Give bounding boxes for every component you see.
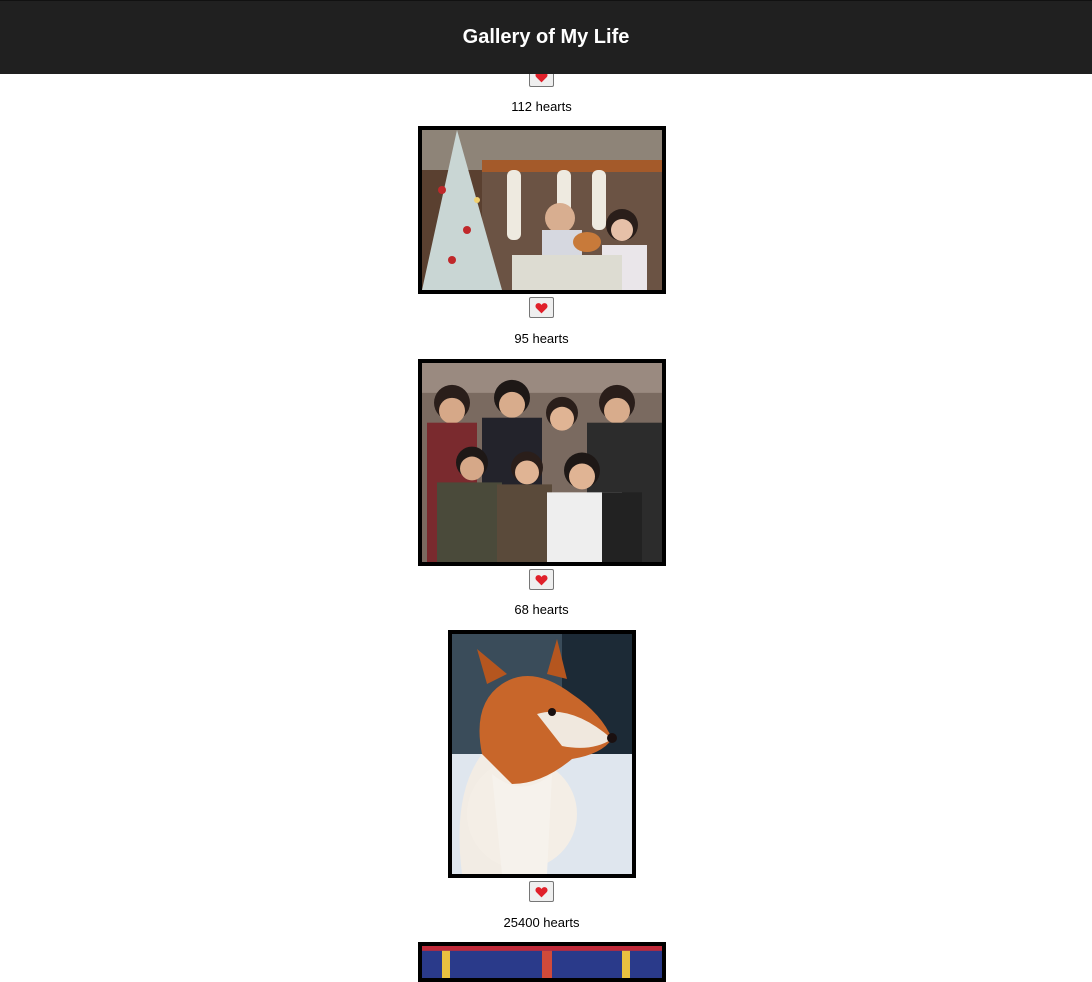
- heart-button[interactable]: [529, 881, 554, 902]
- family-christmas-photo[interactable]: [418, 126, 666, 294]
- site-header: Gallery of My Life: [0, 0, 1092, 74]
- corgi-snow-image: [452, 634, 632, 874]
- heart-count: 68 hearts: [514, 602, 569, 617]
- carnival-image: [422, 946, 662, 978]
- heart-icon: [535, 886, 548, 897]
- heart-count: 25400 hearts: [503, 915, 580, 930]
- family-christmas-image: [422, 130, 662, 290]
- heart-button[interactable]: [529, 569, 554, 590]
- heart-button[interactable]: [529, 297, 554, 318]
- gallery-feed: 112 hearts 95 hearts 68 hearts 25400 hea…: [0, 0, 1092, 982]
- friends-group-photo[interactable]: [418, 359, 666, 566]
- heart-icon: [535, 574, 548, 585]
- heart-count: 95 hearts: [514, 331, 569, 346]
- heart-count: 112 hearts: [511, 99, 572, 114]
- heart-icon: [535, 302, 548, 313]
- corgi-snow-photo[interactable]: [448, 630, 636, 878]
- page-title: Gallery of My Life: [462, 26, 630, 48]
- carnival-photo[interactable]: [418, 942, 666, 982]
- friends-group-image: [422, 363, 662, 562]
